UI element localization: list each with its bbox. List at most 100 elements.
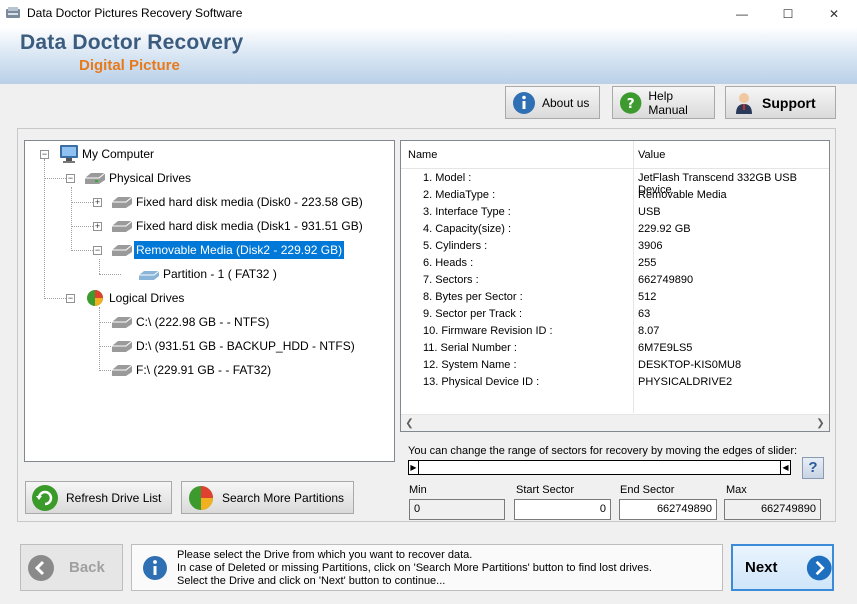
tree-label-drive-d: D:\ (931.51 GB - BACKUP_HDD - NTFS) [136, 339, 355, 353]
start-sector-field[interactable]: 0 [514, 499, 611, 520]
tree-item-disk0[interactable]: Fixed hard disk media (Disk0 - 223.58 GB… [110, 192, 365, 212]
next-arrow-icon [806, 555, 832, 580]
table-row[interactable]: 5. Cylinders : 3906 [401, 238, 829, 255]
property-name: 9. Sector per Track : [423, 308, 523, 320]
column-header-value[interactable]: Value [638, 149, 665, 161]
back-arrow-icon [28, 554, 54, 581]
tree-label-disk2: Removable Media (Disk2 - 229.92 GB) [134, 241, 345, 259]
table-row[interactable]: 3. Interface Type : USB [401, 204, 829, 221]
partition-icon [139, 270, 160, 280]
table-row[interactable]: 1. Model : JetFlash Transcend 332GB USB D… [401, 170, 829, 196]
table-row[interactable]: 10. Firmware Revision ID : 8.07 [401, 323, 829, 340]
drive-tree[interactable]: − − + + − − My Computer Physical Drives … [24, 140, 395, 462]
drive-properties-list[interactable]: Name Value 1. Model : JetFlash Transcend … [400, 140, 830, 432]
collapse-logical-icon[interactable]: − [66, 294, 75, 303]
hard-drive-icon [112, 316, 133, 328]
tree-item-drive-f[interactable]: F:\ (229.91 GB - - FAT32) [110, 360, 273, 380]
svg-text:?: ? [627, 95, 635, 111]
close-button[interactable]: ✕ [811, 0, 857, 27]
property-name: 8. Bytes per Sector : [423, 291, 523, 303]
tree-label-drive-c: C:\ (222.98 GB - - NTFS) [136, 315, 270, 329]
back-button[interactable]: Back [20, 544, 123, 591]
tree-label-drive-f: F:\ (229.91 GB - - FAT32) [136, 363, 272, 377]
slider-right-handle[interactable]: ◀ [780, 461, 790, 474]
expand-disk1-icon[interactable]: + [93, 222, 102, 231]
max-label: Max [726, 484, 747, 496]
collapse-physical-icon[interactable]: − [66, 174, 75, 183]
collapse-my-computer-icon[interactable]: − [40, 150, 49, 159]
table-row[interactable]: 4. Capacity(size) : 229.92 GB [401, 221, 829, 238]
info-icon [513, 91, 535, 114]
range-help-button[interactable]: ? [802, 457, 824, 479]
tree-label-disk0: Fixed hard disk media (Disk0 - 223.58 GB… [136, 195, 363, 209]
tree-item-disk2[interactable]: Removable Media (Disk2 - 229.92 GB) [110, 240, 345, 260]
property-name: 13. Physical Device ID : [423, 376, 540, 388]
tree-label-physical: Physical Drives [109, 171, 192, 185]
table-row[interactable]: 12. System Name : DESKTOP-KIS0MU8 [401, 357, 829, 374]
tree-item-disk1[interactable]: Fixed hard disk media (Disk1 - 931.51 GB… [110, 216, 365, 236]
removable-drive-icon [112, 244, 133, 256]
refresh-drive-list-button[interactable]: Refresh Drive List [25, 481, 172, 514]
tree-item-physical-drives[interactable]: Physical Drives [83, 168, 193, 188]
property-name: 1. Model : [423, 172, 472, 184]
property-value: 662749890 [638, 274, 694, 286]
hard-drive-icon [85, 172, 106, 184]
next-label: Next [745, 559, 778, 576]
column-header-name[interactable]: Name [408, 149, 437, 161]
table-row[interactable]: 13. Physical Device ID : PHYSICALDRIVE2 [401, 374, 829, 391]
property-name: 7. Sectors : [423, 274, 479, 286]
help-manual-button[interactable]: ? Help Manual [612, 86, 715, 119]
property-name: 12. System Name : [423, 359, 517, 371]
collapse-disk2-icon[interactable]: − [93, 246, 102, 255]
property-name: 5. Cylinders : [423, 240, 488, 252]
property-value: 63 [638, 308, 651, 320]
property-value: 3906 [638, 240, 663, 252]
table-row[interactable]: 7. Sectors : 662749890 [401, 272, 829, 289]
about-us-button[interactable]: About us [505, 86, 600, 119]
tree-item-drive-d[interactable]: D:\ (931.51 GB - BACKUP_HDD - NTFS) [110, 336, 357, 356]
horizontal-scrollbar[interactable]: ❮ ❯ [401, 414, 829, 431]
scroll-left-icon[interactable]: ❮ [401, 416, 418, 431]
support-button[interactable]: Support [725, 86, 836, 119]
property-value: 255 [638, 257, 657, 269]
next-button[interactable]: Next [731, 544, 834, 591]
end-sector-field[interactable]: 662749890 [619, 499, 717, 520]
pie-chart-icon [189, 485, 213, 510]
property-value: Removable Media [638, 189, 727, 201]
sector-range-slider[interactable]: ▶ ◀ [408, 460, 791, 475]
table-row[interactable]: 2. MediaType : Removable Media [401, 187, 829, 204]
tree-label-my-computer: My Computer [82, 147, 155, 161]
support-agent-icon [736, 92, 752, 114]
property-name: 11. Serial Number : [423, 342, 517, 354]
property-value: 229.92 GB [638, 223, 691, 235]
help-icon: ? [619, 91, 642, 114]
list-header: Name Value [401, 141, 829, 169]
banner-title: Data Doctor Recovery [20, 31, 244, 54]
minimize-button[interactable]: — [719, 0, 765, 27]
info-line-3: Select the Drive and click on 'Next' but… [177, 575, 446, 587]
table-row[interactable]: 6. Heads : 255 [401, 255, 829, 272]
logical-drives-icon [87, 290, 103, 306]
slider-left-handle[interactable]: ▶ [409, 461, 419, 474]
table-row[interactable]: 11. Serial Number : 6M7E9LS5 [401, 340, 829, 357]
property-value: 8.07 [638, 325, 660, 337]
tree-item-drive-c[interactable]: C:\ (222.98 GB - - NTFS) [110, 312, 271, 332]
range-instruction: You can change the range of sectors for … [408, 445, 798, 457]
info-line-2: In case of Deleted or missing Partitions… [177, 562, 652, 574]
scroll-right-icon[interactable]: ❯ [812, 416, 829, 431]
table-row[interactable]: 9. Sector per Track : 63 [401, 306, 829, 323]
property-name: 10. Firmware Revision ID : [423, 325, 553, 337]
info-message-box: Please select the Drive from which you w… [131, 544, 723, 591]
tree-item-partition[interactable]: Partition - 1 ( FAT32 ) [137, 264, 279, 284]
tree-item-logical-drives[interactable]: Logical Drives [83, 288, 186, 308]
tree-label-partition: Partition - 1 ( FAT32 ) [163, 267, 277, 281]
property-name: 3. Interface Type : [423, 206, 511, 218]
maximize-button[interactable]: ☐ [765, 0, 811, 27]
tree-item-my-computer[interactable]: My Computer [58, 144, 156, 164]
property-name: 2. MediaType : [423, 189, 496, 201]
support-label: Support [762, 94, 816, 111]
sector-range-panel: You can change the range of sectors for … [400, 437, 830, 522]
expand-disk0-icon[interactable]: + [93, 198, 102, 207]
table-row[interactable]: 8. Bytes per Sector : 512 [401, 289, 829, 306]
search-more-partitions-button[interactable]: Search More Partitions [181, 481, 354, 514]
